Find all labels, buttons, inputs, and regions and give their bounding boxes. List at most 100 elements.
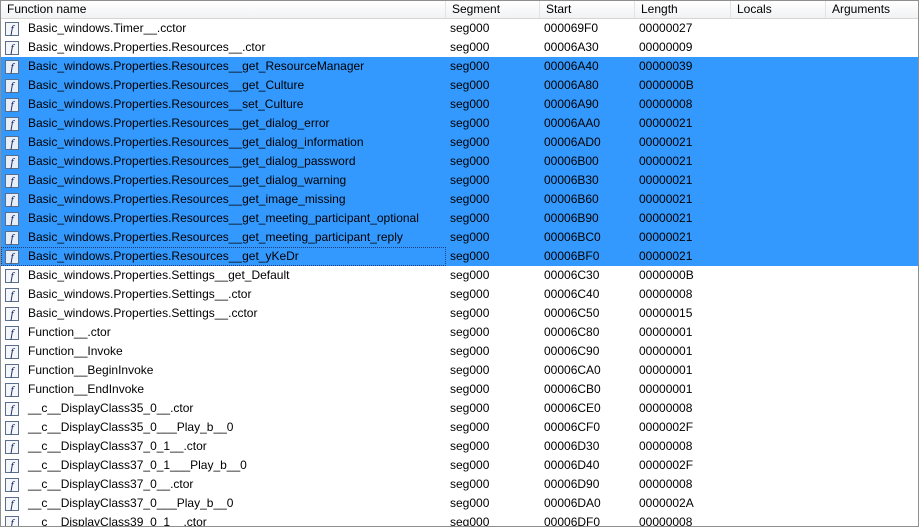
- function-name-cell: f __c__DisplayClass35_0___Play_b__0: [1, 418, 446, 437]
- column-header-length[interactable]: Length: [635, 1, 731, 18]
- table-row[interactable]: f Basic_windows.Properties.Resources__get…: [1, 76, 918, 95]
- function-name-label: Basic_windows.Properties.Resources__get_…: [28, 59, 365, 73]
- segment-cell: seg000: [450, 401, 490, 415]
- table-row[interactable]: f Function__Invoke seg000 00006C90 00000001: [1, 342, 918, 361]
- arguments-cell: [826, 247, 918, 266]
- function-icon: f: [5, 344, 19, 359]
- function-name-label: Basic_windows.Properties.Resources__get_…: [28, 230, 403, 244]
- locals-cell: [731, 114, 826, 133]
- length-cell: 00000021: [639, 135, 693, 149]
- table-row[interactable]: f __c__DisplayClass37_0_1__.ctor seg000 000…: [1, 437, 918, 456]
- function-icon: f: [5, 211, 19, 226]
- segment-cell: seg000: [450, 154, 490, 168]
- locals-cell: [731, 57, 826, 76]
- segment-cell: seg000: [450, 420, 490, 434]
- function-name-cell: f __c__DisplayClass35_0__.ctor: [1, 399, 446, 418]
- locals-cell: [731, 342, 826, 361]
- table-row[interactable]: f Basic_windows.Properties.Resources__.ct…: [1, 38, 918, 57]
- function-name-label: __c__DisplayClass35_0__.ctor: [28, 401, 194, 415]
- arguments-cell: [826, 437, 918, 456]
- table-row[interactable]: f Basic_windows.Properties.Settings__get_…: [1, 266, 918, 285]
- segment-cell: seg000: [450, 477, 490, 491]
- arguments-cell: [826, 380, 918, 399]
- length-cell: 00000008: [639, 287, 693, 301]
- table-row[interactable]: f Basic_windows.Properties.Settings__.cto…: [1, 285, 918, 304]
- arguments-cell: [826, 513, 918, 526]
- function-name-cell: f Basic_windows.Properties.Resources__get…: [1, 209, 446, 228]
- length-cell: 00000008: [639, 515, 693, 527]
- table-row[interactable]: f __c__DisplayClass35_0__.ctor seg000 00006…: [1, 399, 918, 418]
- start-cell: 00006A40: [544, 59, 599, 73]
- arguments-cell: [826, 342, 918, 361]
- function-icon: f: [5, 40, 19, 55]
- function-icon: f: [5, 154, 19, 169]
- function-icon: f: [5, 59, 19, 74]
- table-row[interactable]: f __c__DisplayClass37_0_1___Play_b__0 seg0…: [1, 456, 918, 475]
- table-row[interactable]: f Basic_windows.Properties.Resources__get…: [1, 247, 918, 266]
- arguments-cell: [826, 152, 918, 171]
- table-row[interactable]: f __c__DisplayClass39_0_1__.ctor seg000 000…: [1, 513, 918, 527]
- function-name-label: __c__DisplayClass37_0_1__.ctor: [28, 439, 207, 453]
- length-cell: 00000009: [639, 40, 693, 54]
- table-row[interactable]: f Basic_windows.Properties.Resources__get…: [1, 190, 918, 209]
- function-name-label: Basic_windows.Properties.Resources__get_…: [28, 211, 419, 225]
- function-name-label: Basic_windows.Properties.Resources__get_…: [28, 135, 364, 149]
- start-cell: 000069F0: [544, 21, 599, 35]
- locals-cell: [731, 513, 826, 526]
- table-row[interactable]: f Basic_windows.Properties.Resources__get…: [1, 209, 918, 228]
- locals-cell: [731, 418, 826, 437]
- function-name-label: __c__DisplayClass37_0_1___Play_b__0: [28, 458, 247, 472]
- table-row[interactable]: f Basic_windows.Properties.Settings__.cct…: [1, 304, 918, 323]
- table-row[interactable]: f Function__.ctor seg000 00006C80 00000001: [1, 323, 918, 342]
- length-cell: 00000008: [639, 439, 693, 453]
- start-cell: 00006A30: [544, 40, 599, 54]
- function-name-cell: f Basic_windows.Properties.Resources__.ct…: [1, 38, 446, 57]
- function-name-label: __c__DisplayClass35_0___Play_b__0: [28, 420, 234, 434]
- locals-cell: [731, 228, 826, 247]
- length-cell: 0000002F: [639, 458, 694, 472]
- column-header-function-name[interactable]: Function name: [1, 1, 446, 18]
- length-cell: 00000008: [639, 477, 693, 491]
- function-icon: f: [5, 458, 19, 473]
- segment-cell: seg000: [450, 21, 490, 35]
- table-row[interactable]: f Basic_windows.Properties.Resources__get…: [1, 114, 918, 133]
- locals-cell: [731, 494, 826, 513]
- table-row[interactable]: f Basic_windows.Timer__.cctor seg000 000069…: [1, 19, 918, 38]
- length-cell: 00000021: [639, 116, 693, 130]
- segment-cell: seg000: [450, 40, 490, 54]
- table-row[interactable]: f __c__DisplayClass37_0__.ctor seg000 00006…: [1, 475, 918, 494]
- function-name-cell: f Basic_windows.Properties.Resources__set…: [1, 95, 446, 114]
- start-cell: 00006B30: [544, 173, 599, 187]
- length-cell: 0000000B: [639, 268, 694, 282]
- function-name-label: Basic_windows.Properties.Resources__get_…: [28, 116, 330, 130]
- column-header-arguments[interactable]: Arguments: [826, 1, 918, 18]
- function-icon: f: [5, 515, 19, 526]
- column-header-start[interactable]: Start: [540, 1, 635, 18]
- function-name-cell: f Basic_windows.Properties.Settings__get_…: [1, 266, 446, 285]
- function-name-label: Basic_windows.Properties.Settings__get_D…: [28, 268, 290, 282]
- function-name-cell: f __c__DisplayClass39_0_1__.ctor: [1, 513, 446, 526]
- table-row[interactable]: f Basic_windows.Properties.Resources__set…: [1, 95, 918, 114]
- function-icon: f: [5, 97, 19, 112]
- function-icon: f: [5, 401, 19, 416]
- function-name-label: Basic_windows.Properties.Resources__get_…: [28, 173, 347, 187]
- table-row[interactable]: f Function__BeginInvoke seg000 00006CA0 0000…: [1, 361, 918, 380]
- column-header-locals[interactable]: Locals: [731, 1, 826, 18]
- locals-cell: [731, 133, 826, 152]
- table-row[interactable]: f Basic_windows.Properties.Resources__get…: [1, 171, 918, 190]
- function-name-cell: f Basic_windows.Properties.Resources__get…: [1, 171, 446, 190]
- table-row[interactable]: f Function__EndInvoke seg000 00006CB0 000000…: [1, 380, 918, 399]
- table-row[interactable]: f __c__DisplayClass37_0___Play_b__0 seg000…: [1, 494, 918, 513]
- table-row[interactable]: f Basic_windows.Properties.Resources__get…: [1, 57, 918, 76]
- table-row[interactable]: f Basic_windows.Properties.Resources__get…: [1, 152, 918, 171]
- function-icon: f: [5, 477, 19, 492]
- column-header-segment[interactable]: Segment: [446, 1, 540, 18]
- table-row[interactable]: f __c__DisplayClass35_0___Play_b__0 seg000…: [1, 418, 918, 437]
- function-icon: f: [5, 135, 19, 150]
- start-cell: 00006D90: [544, 477, 600, 491]
- function-icon: f: [5, 496, 19, 511]
- table-row[interactable]: f Basic_windows.Properties.Resources__get…: [1, 228, 918, 247]
- table-row[interactable]: f Basic_windows.Properties.Resources__get…: [1, 133, 918, 152]
- function-name-label: Function__Invoke: [28, 344, 123, 358]
- start-cell: 00006B00: [544, 154, 599, 168]
